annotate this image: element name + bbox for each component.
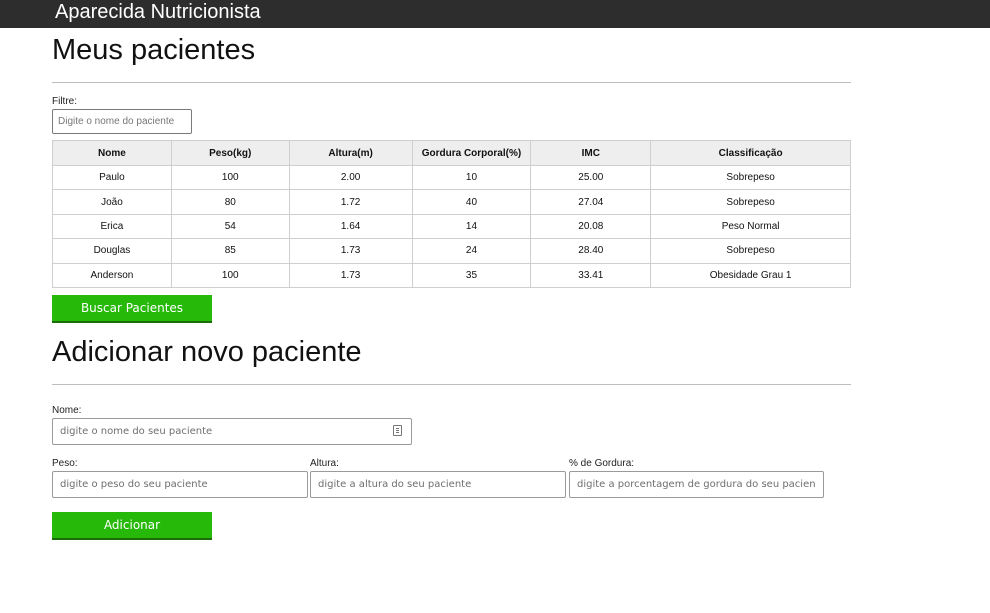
divider [52,384,851,385]
column-header-height: Altura(m) [288,140,413,166]
top-bar: Aparecida Nutricionista [0,0,990,28]
cell-body-fat: 10 [411,164,532,191]
fat-label: % de Gordura: [569,458,635,469]
table-row[interactable]: Douglas 85 1.73 24 28.40 Sobrepeso [52,238,851,264]
cell-weight: 100 [170,262,290,288]
patients-table: Nome Peso(kg) Altura(m) Gordura Corporal… [52,140,851,288]
table-row[interactable]: Anderson 100 1.73 35 33.41 Obesidade Gra… [52,262,851,288]
cell-height: 1.73 [288,238,413,264]
divider [52,82,851,83]
cell-weight: 100 [170,164,290,191]
cell-body-fat: 35 [411,262,532,288]
name-label: Nome: [52,405,82,416]
search-patients-button[interactable]: Buscar Pacientes [52,295,212,323]
cell-classification: Obesidade Grau 1 [650,262,851,288]
weight-label: Peso: [52,458,78,469]
table-row[interactable]: João 80 1.72 40 27.04 Sobrepeso [52,189,851,215]
cell-imc: 28.40 [530,238,652,264]
filter-label: Filtre: [52,96,77,107]
add-patient-title: Adicionar novo paciente [52,336,362,368]
cell-imc: 20.08 [530,213,652,240]
column-header-name: Nome [52,140,172,166]
cell-imc: 25.00 [530,164,652,191]
cell-name: Anderson [52,262,172,288]
cell-body-fat: 24 [411,238,532,264]
cell-imc: 27.04 [530,189,652,215]
cell-weight: 54 [170,213,290,240]
table-header-row: Nome Peso(kg) Altura(m) Gordura Corporal… [52,140,851,166]
cell-height: 1.73 [288,262,413,288]
cell-name: João [52,189,172,215]
patients-title: Meus pacientes [52,34,256,66]
cell-height: 1.72 [288,189,413,215]
table-row[interactable]: Paulo 100 2.00 10 25.00 Sobrepeso [52,164,851,191]
cell-height: 1.64 [288,213,413,240]
cell-classification: Sobrepeso [650,164,851,191]
filter-input[interactable] [52,109,192,134]
column-header-weight: Peso(kg) [170,140,290,166]
column-header-imc: IMC [530,140,652,166]
weight-field[interactable] [52,471,308,498]
cell-name: Erica [52,213,172,240]
cell-name: Paulo [52,164,172,191]
column-header-classification: Classificação [650,140,851,166]
cell-classification: Sobrepeso [650,189,851,215]
cell-classification: Peso Normal [650,213,851,240]
height-field[interactable] [310,471,566,498]
table-row[interactable]: Erica 54 1.64 14 20.08 Peso Normal [52,213,851,240]
cell-weight: 85 [170,238,290,264]
cell-imc: 33.41 [530,262,652,288]
cell-classification: Sobrepeso [650,238,851,264]
column-header-body-fat: Gordura Corporal(%) [411,140,532,166]
autofill-icon[interactable] [393,425,402,436]
name-field[interactable] [52,418,412,445]
cell-height: 2.00 [288,164,413,191]
cell-name: Douglas [52,238,172,264]
height-label: Altura: [310,458,339,469]
fat-field[interactable] [569,471,824,498]
cell-weight: 80 [170,189,290,215]
cell-body-fat: 40 [411,189,532,215]
brand-title: Aparecida Nutricionista [55,1,261,23]
add-patient-button[interactable]: Adicionar [52,512,212,540]
cell-body-fat: 14 [411,213,532,240]
